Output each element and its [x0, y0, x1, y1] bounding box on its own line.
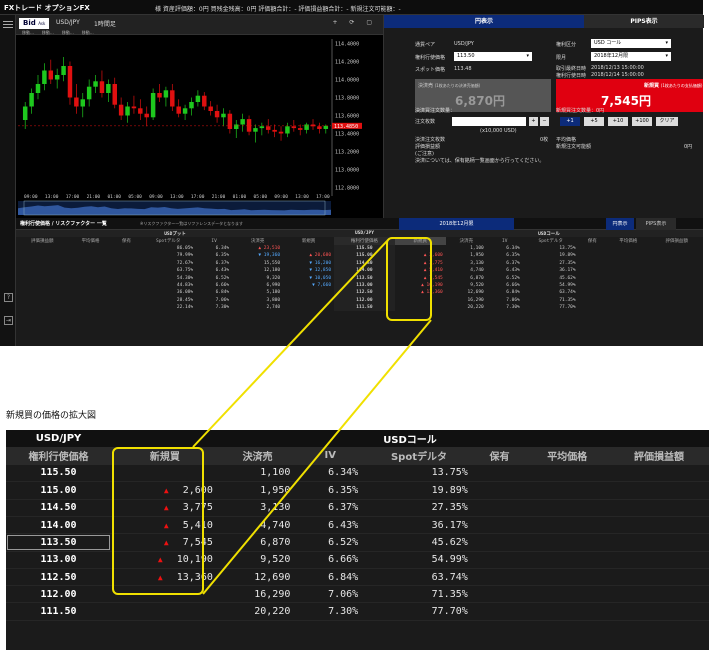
callout-line-bottom: [202, 319, 432, 595]
callout-lines: [192, 239, 432, 595]
callout-line-top: [192, 239, 389, 448]
page: FXトレード オプションFX 様 資産評価額：0円 買残金残高：0円 評価額合計…: [0, 0, 709, 655]
